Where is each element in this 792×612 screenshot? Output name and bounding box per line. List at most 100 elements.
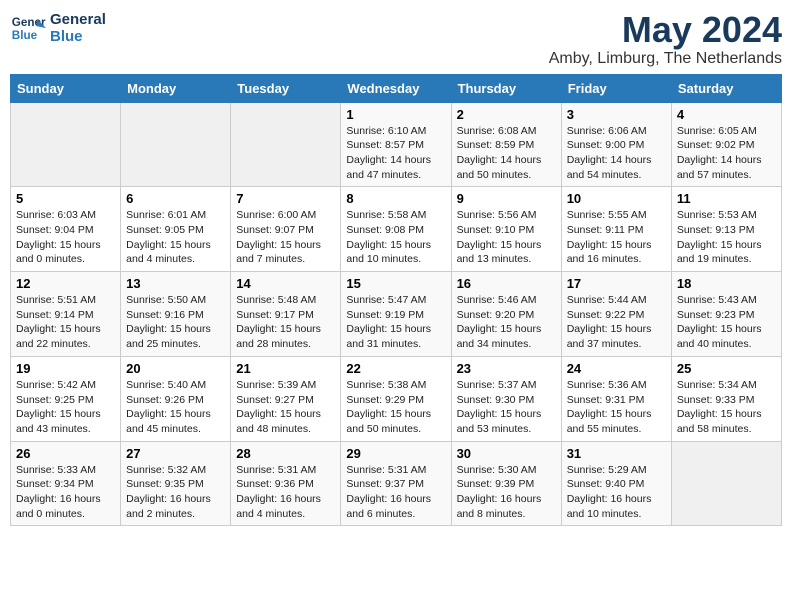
calendar-cell [121, 102, 231, 187]
calendar-cell: 6 Sunrise: 6:01 AM Sunset: 9:05 PM Daylig… [121, 187, 231, 272]
day-info: Sunrise: 5:50 AM Sunset: 9:16 PM Dayligh… [126, 293, 225, 352]
calendar-table: SundayMondayTuesdayWednesdayThursdayFrid… [10, 74, 782, 527]
day-number: 17 [567, 276, 666, 291]
calendar-cell: 12 Sunrise: 5:51 AM Sunset: 9:14 PM Dayli… [11, 272, 121, 357]
calendar-body: 1Sunrise: 6:10 AM Sunset: 8:57 PM Daylig… [11, 102, 782, 526]
day-info: Sunrise: 6:05 AM Sunset: 9:02 PM Dayligh… [677, 124, 776, 183]
day-number: 23 [457, 361, 556, 376]
day-number: 8 [346, 191, 445, 206]
calendar-cell: 31 Sunrise: 5:29 AM Sunset: 9:40 PM Dayli… [561, 441, 671, 526]
day-number: 9 [457, 191, 556, 206]
day-number: 29 [346, 446, 445, 461]
calendar-cell: 27 Sunrise: 5:32 AM Sunset: 9:35 PM Dayli… [121, 441, 231, 526]
calendar-cell: 19 Sunrise: 5:42 AM Sunset: 9:25 PM Dayli… [11, 356, 121, 441]
day-info: Sunrise: 5:46 AM Sunset: 9:20 PM Dayligh… [457, 293, 556, 352]
day-info: Sunrise: 5:39 AM Sunset: 9:27 PM Dayligh… [236, 378, 335, 437]
calendar-cell: 13 Sunrise: 5:50 AM Sunset: 9:16 PM Dayli… [121, 272, 231, 357]
day-number: 2 [457, 107, 556, 122]
day-number: 15 [346, 276, 445, 291]
day-number: 5 [16, 191, 115, 206]
svg-text:Blue: Blue [12, 29, 38, 42]
calendar-cell: 17 Sunrise: 5:44 AM Sunset: 9:22 PM Dayli… [561, 272, 671, 357]
day-number: 25 [677, 361, 776, 376]
day-number: 7 [236, 191, 335, 206]
logo-icon: General Blue [10, 10, 46, 46]
calendar-cell: 20 Sunrise: 5:40 AM Sunset: 9:26 PM Dayli… [121, 356, 231, 441]
calendar-cell: 4 Sunrise: 6:05 AM Sunset: 9:02 PM Daylig… [671, 102, 781, 187]
day-info: Sunrise: 5:40 AM Sunset: 9:26 PM Dayligh… [126, 378, 225, 437]
calendar-cell: 23 Sunrise: 5:37 AM Sunset: 9:30 PM Dayli… [451, 356, 561, 441]
calendar-cell [231, 102, 341, 187]
header-day-monday: Monday [121, 74, 231, 102]
day-number: 31 [567, 446, 666, 461]
day-info: Sunrise: 5:34 AM Sunset: 9:33 PM Dayligh… [677, 378, 776, 437]
calendar-cell: 11 Sunrise: 5:53 AM Sunset: 9:13 PM Dayli… [671, 187, 781, 272]
calendar-cell: 10Sunrise: 5:55 AM Sunset: 9:11 PM Dayli… [561, 187, 671, 272]
week-row-2: 5 Sunrise: 6:03 AM Sunset: 9:04 PM Daylig… [11, 187, 782, 272]
day-info: Sunrise: 5:33 AM Sunset: 9:34 PM Dayligh… [16, 463, 115, 522]
calendar-cell: 15 Sunrise: 5:47 AM Sunset: 9:19 PM Dayli… [341, 272, 451, 357]
calendar-cell: 30Sunrise: 5:30 AM Sunset: 9:39 PM Dayli… [451, 441, 561, 526]
day-info: Sunrise: 5:44 AM Sunset: 9:22 PM Dayligh… [567, 293, 666, 352]
header: General Blue General Blue May 2024 Amby,… [10, 10, 782, 68]
day-info: Sunrise: 5:31 AM Sunset: 9:37 PM Dayligh… [346, 463, 445, 522]
day-number: 14 [236, 276, 335, 291]
day-info: Sunrise: 6:00 AM Sunset: 9:07 PM Dayligh… [236, 208, 335, 267]
calendar-header: SundayMondayTuesdayWednesdayThursdayFrid… [11, 74, 782, 102]
calendar-cell: 18Sunrise: 5:43 AM Sunset: 9:23 PM Dayli… [671, 272, 781, 357]
day-number: 22 [346, 361, 445, 376]
day-info: Sunrise: 5:43 AM Sunset: 9:23 PM Dayligh… [677, 293, 776, 352]
day-info: Sunrise: 5:48 AM Sunset: 9:17 PM Dayligh… [236, 293, 335, 352]
day-number: 24 [567, 361, 666, 376]
calendar-cell: 5 Sunrise: 6:03 AM Sunset: 9:04 PM Daylig… [11, 187, 121, 272]
day-info: Sunrise: 5:55 AM Sunset: 9:11 PM Dayligh… [567, 208, 666, 267]
day-number: 4 [677, 107, 776, 122]
calendar-cell: 29 Sunrise: 5:31 AM Sunset: 9:37 PM Dayli… [341, 441, 451, 526]
day-number: 19 [16, 361, 115, 376]
week-row-4: 19 Sunrise: 5:42 AM Sunset: 9:25 PM Dayli… [11, 356, 782, 441]
calendar-cell: 9Sunrise: 5:56 AM Sunset: 9:10 PM Daylig… [451, 187, 561, 272]
day-number: 1 [346, 107, 445, 122]
calendar-cell: 24 Sunrise: 5:36 AM Sunset: 9:31 PM Dayli… [561, 356, 671, 441]
day-info: Sunrise: 5:36 AM Sunset: 9:31 PM Dayligh… [567, 378, 666, 437]
logo: General Blue General Blue [10, 10, 106, 46]
day-info: Sunrise: 5:42 AM Sunset: 9:25 PM Dayligh… [16, 378, 115, 437]
calendar-cell: 7 Sunrise: 6:00 AM Sunset: 9:07 PM Daylig… [231, 187, 341, 272]
calendar-cell [671, 441, 781, 526]
day-info: Sunrise: 5:58 AM Sunset: 9:08 PM Dayligh… [346, 208, 445, 267]
day-info: Sunrise: 5:32 AM Sunset: 9:35 PM Dayligh… [126, 463, 225, 522]
day-info: Sunrise: 5:31 AM Sunset: 9:36 PM Dayligh… [236, 463, 335, 522]
header-day-thursday: Thursday [451, 74, 561, 102]
calendar-cell: 3Sunrise: 6:06 AM Sunset: 9:00 PM Daylig… [561, 102, 671, 187]
day-number: 21 [236, 361, 335, 376]
day-number: 11 [677, 191, 776, 206]
svg-text:General: General [12, 16, 46, 29]
day-info: Sunrise: 6:06 AM Sunset: 9:00 PM Dayligh… [567, 124, 666, 183]
day-number: 20 [126, 361, 225, 376]
day-info: Sunrise: 5:37 AM Sunset: 9:30 PM Dayligh… [457, 378, 556, 437]
calendar-cell: 26Sunrise: 5:33 AM Sunset: 9:34 PM Dayli… [11, 441, 121, 526]
day-number: 6 [126, 191, 225, 206]
logo-line2: Blue [50, 28, 106, 45]
day-info: Sunrise: 5:29 AM Sunset: 9:40 PM Dayligh… [567, 463, 666, 522]
day-number: 13 [126, 276, 225, 291]
calendar-cell: 21 Sunrise: 5:39 AM Sunset: 9:27 PM Dayli… [231, 356, 341, 441]
calendar-title: May 2024 [549, 10, 782, 50]
day-info: Sunrise: 6:01 AM Sunset: 9:05 PM Dayligh… [126, 208, 225, 267]
calendar-cell: 16 Sunrise: 5:46 AM Sunset: 9:20 PM Dayli… [451, 272, 561, 357]
day-info: Sunrise: 5:53 AM Sunset: 9:13 PM Dayligh… [677, 208, 776, 267]
day-number: 27 [126, 446, 225, 461]
header-day-saturday: Saturday [671, 74, 781, 102]
day-number: 16 [457, 276, 556, 291]
day-number: 28 [236, 446, 335, 461]
day-info: Sunrise: 5:51 AM Sunset: 9:14 PM Dayligh… [16, 293, 115, 352]
header-day-friday: Friday [561, 74, 671, 102]
day-info: Sunrise: 6:08 AM Sunset: 8:59 PM Dayligh… [457, 124, 556, 183]
day-number: 12 [16, 276, 115, 291]
day-info: Sunrise: 6:03 AM Sunset: 9:04 PM Dayligh… [16, 208, 115, 267]
day-info: Sunrise: 5:47 AM Sunset: 9:19 PM Dayligh… [346, 293, 445, 352]
header-row: SundayMondayTuesdayWednesdayThursdayFrid… [11, 74, 782, 102]
week-row-3: 12 Sunrise: 5:51 AM Sunset: 9:14 PM Dayli… [11, 272, 782, 357]
calendar-subtitle: Amby, Limburg, The Netherlands [549, 50, 782, 68]
day-number: 30 [457, 446, 556, 461]
